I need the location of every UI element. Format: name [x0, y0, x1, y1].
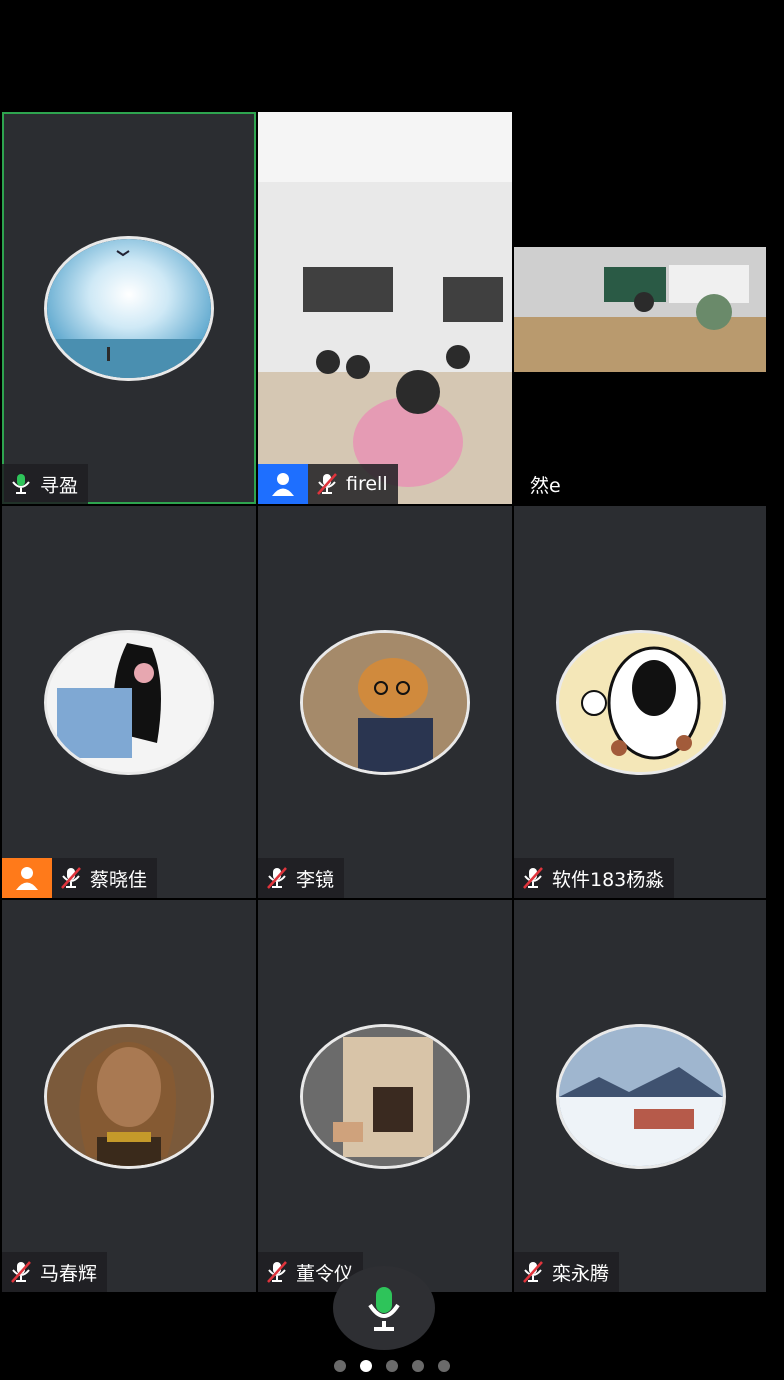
participant-name: 寻盈 — [40, 474, 79, 497]
page-dot-active[interactable] — [360, 1360, 372, 1372]
name-label-box: 马春辉 — [2, 1252, 108, 1292]
participant-tile-lijing[interactable]: 李镜 — [258, 506, 512, 898]
name-bar: 李镜 — [258, 858, 345, 898]
avatar — [44, 630, 214, 775]
participant-tile-yangmiao[interactable]: 软件183杨淼 — [514, 506, 766, 898]
participant-tile-luanyongteng[interactable]: 栾永腾 — [514, 900, 766, 1292]
mic-icon — [368, 1287, 400, 1331]
mic-muted-icon — [266, 866, 288, 890]
page-indicator[interactable] — [0, 1360, 784, 1372]
mic-muted-icon — [60, 866, 82, 890]
name-label-box: 李镜 — [258, 858, 345, 898]
page-dot[interactable] — [438, 1360, 450, 1372]
participant-grid: 寻盈 firell 然e 蔡晓佳 李镜 软件183杨淼 马春辉 董令仪 栾永腾 — [2, 112, 782, 1292]
participant-name: 马春辉 — [40, 1262, 98, 1285]
name-bar: 蔡晓佳 — [2, 858, 158, 898]
participant-name: 软件183杨淼 — [552, 868, 665, 891]
participant-name: 李镜 — [296, 868, 335, 891]
video-feed — [514, 247, 766, 372]
page-dot[interactable] — [334, 1360, 346, 1372]
person-icon — [272, 473, 294, 496]
mic-muted-icon — [10, 1260, 32, 1284]
participant-tile-caixiaojia[interactable]: 蔡晓佳 — [2, 506, 256, 898]
mic-toggle-button[interactable] — [333, 1266, 435, 1350]
participant-name: 栾永腾 — [552, 1262, 610, 1285]
name-label-box: 栾永腾 — [514, 1252, 620, 1292]
name-bar: firell — [258, 464, 398, 504]
participant-name: 蔡晓佳 — [90, 868, 148, 891]
host-badge — [258, 464, 308, 504]
video-feed — [258, 112, 512, 504]
participant-name: 然e — [530, 474, 561, 497]
participant-tile-rane[interactable]: 然e — [514, 112, 766, 504]
name-label-box: 蔡晓佳 — [52, 858, 158, 898]
name-label-box: firell — [308, 464, 398, 504]
person-icon — [16, 867, 38, 890]
participant-name: firell — [346, 473, 388, 495]
mic-muted-icon — [266, 1260, 288, 1284]
avatar — [556, 630, 726, 775]
name-bar: 马春辉 — [2, 1252, 108, 1292]
name-bar: 然e — [514, 464, 571, 504]
name-bar: 栾永腾 — [514, 1252, 620, 1292]
mic-muted-icon — [522, 866, 544, 890]
participant-tile-firell[interactable]: firell — [258, 112, 512, 504]
avatar — [556, 1024, 726, 1169]
avatar — [44, 1024, 214, 1169]
participant-tile-xunying[interactable]: 寻盈 — [2, 112, 256, 504]
name-bar: 寻盈 — [2, 464, 89, 504]
participant-tile-donglingyi[interactable]: 董令仪 — [258, 900, 512, 1292]
avatar — [300, 1024, 470, 1169]
name-label-box: 然e — [514, 464, 571, 504]
page-dot[interactable] — [386, 1360, 398, 1372]
avatar — [44, 236, 214, 381]
participant-tile-machunhui[interactable]: 马春辉 — [2, 900, 256, 1292]
name-label-box: 寻盈 — [2, 464, 89, 504]
page-dot[interactable] — [412, 1360, 424, 1372]
name-bar: 软件183杨淼 — [514, 858, 675, 898]
mic-muted-icon — [522, 1260, 544, 1284]
mic-icon — [10, 472, 32, 496]
avatar — [300, 630, 470, 775]
mic-muted-icon — [316, 472, 338, 496]
name-label-box: 软件183杨淼 — [514, 858, 675, 898]
cohost-badge — [2, 858, 52, 898]
